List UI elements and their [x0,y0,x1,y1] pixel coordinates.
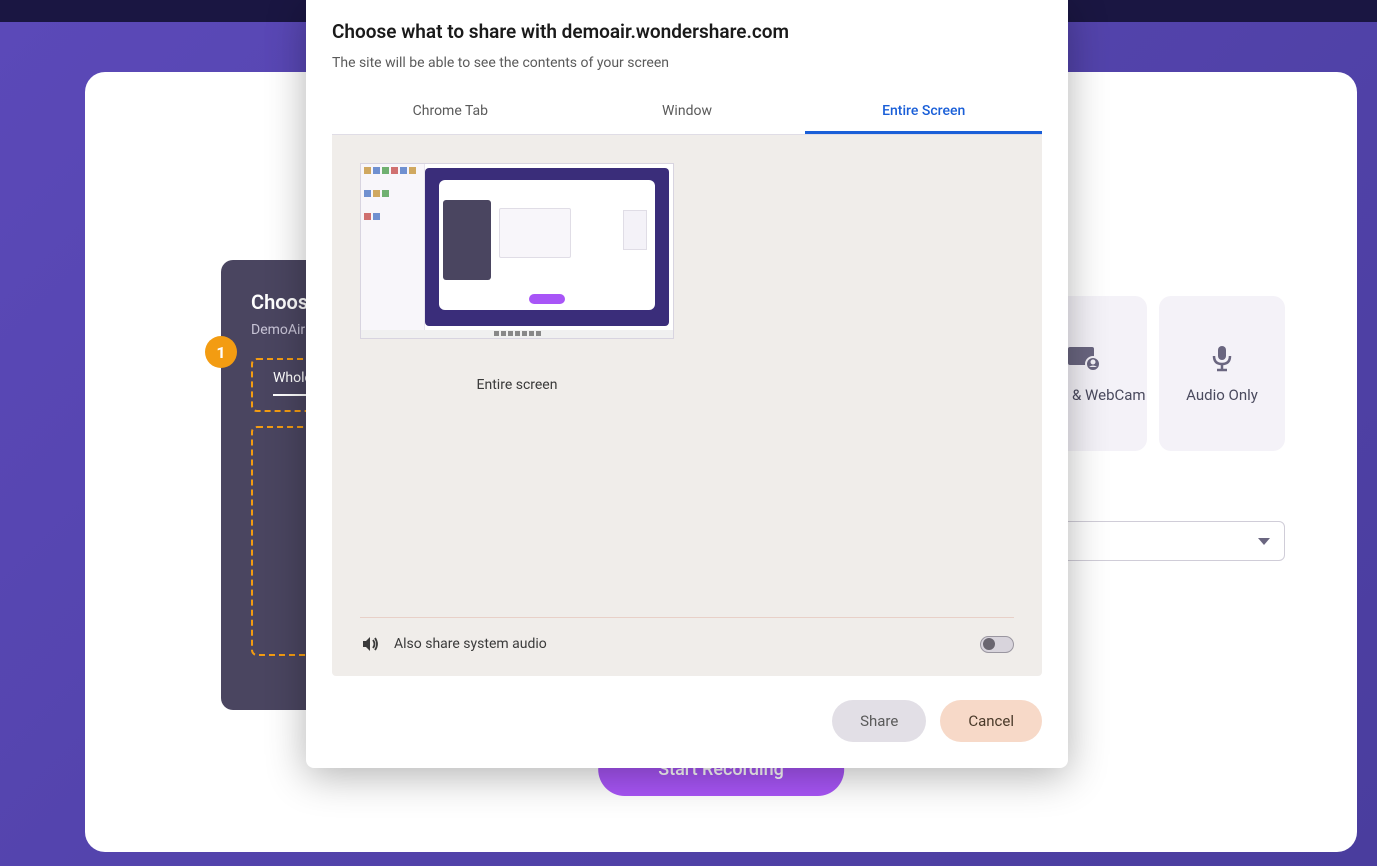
tab-window[interactable]: Window [569,91,806,134]
cancel-button[interactable]: Cancel [940,700,1042,742]
screen-share-dialog: Choose what to share with demoair.wonder… [306,0,1068,768]
chevron-down-icon [1258,538,1270,545]
screen-preview-area: Entire screen Also share system audio [332,135,1042,676]
dialog-title: Choose what to share with demoair.wonder… [332,20,1042,43]
microphone-icon [1204,344,1240,374]
screen-webcam-icon [1066,344,1102,374]
screen-thumbnail-option[interactable]: Entire screen [360,163,674,393]
screen-thumbnail [360,163,674,339]
tab-chrome-tab[interactable]: Chrome Tab [332,91,569,134]
system-audio-row: Also share system audio [360,617,1014,658]
share-button[interactable]: Share [832,700,926,742]
dialog-header: Choose what to share with demoair.wonder… [306,0,1068,79]
dialog-footer: Share Cancel [306,676,1068,768]
option-label: Audio Only [1186,386,1258,404]
speaker-icon [360,634,380,654]
tab-entire-screen[interactable]: Entire Screen [805,91,1042,134]
thumbnail-label: Entire screen [477,377,558,393]
step-badge: 1 [205,336,237,368]
share-tabs: Chrome Tab Window Entire Screen [332,91,1042,135]
option-audio-only[interactable]: Audio Only [1159,296,1285,451]
system-audio-toggle[interactable] [980,636,1014,653]
system-audio-label: Also share system audio [394,636,966,652]
dialog-subtitle: The site will be able to see the content… [332,55,1042,71]
